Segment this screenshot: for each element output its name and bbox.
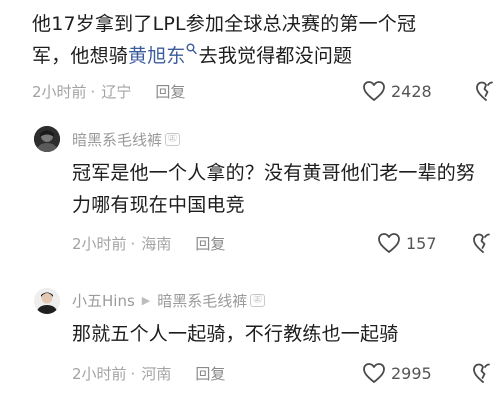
broken-heart-icon[interactable]: [475, 79, 497, 103]
reply-button[interactable]: 回复: [155, 81, 185, 102]
mention-name: 黄旭东: [128, 45, 186, 67]
comment-thread: 他17岁拿到了LPL参加全球总决赛的第一个冠军，他想骑黄旭东 去我觉得都没问题 2…: [0, 0, 500, 405]
reply-time: 2小时前: [72, 364, 127, 383]
avatar-image: [34, 288, 60, 314]
author-badge: ㊣: [165, 132, 181, 146]
reply-username[interactable]: 小五Hins: [72, 290, 135, 311]
reply-user-line: 暗黑系毛线裤 ㊣: [72, 128, 181, 150]
comment-text-part: 去我觉得都没问题: [198, 45, 353, 67]
reply-user-line: 小五Hins ▶ 暗黑系毛线裤 ㊣: [72, 289, 266, 311]
avatar[interactable]: [34, 126, 60, 152]
reply-text: 那就五个人一起骑，不行教练也一起骑: [72, 323, 399, 345]
like-count: 2428: [391, 81, 432, 101]
heart-outline-icon: [378, 233, 400, 253]
reply-to-username[interactable]: 暗黑系毛线裤: [157, 290, 247, 311]
reply-username[interactable]: 暗黑系毛线裤: [72, 129, 162, 150]
comment-time: 2小时前: [32, 82, 87, 101]
like-button[interactable]: 157: [377, 231, 437, 255]
comment-location: 辽宁: [87, 81, 131, 102]
broken-heart-icon[interactable]: [472, 361, 494, 385]
reply-meta: 2小时前 海南 回复: [72, 232, 225, 254]
like-button[interactable]: 2995: [362, 361, 432, 385]
like-button[interactable]: 2428: [362, 79, 432, 103]
reply-text: 冠军是他一个人拿的？没有黄哥他们老一辈的努力哪有现在中国电竞: [72, 162, 476, 216]
reply-meta: 2小时前 河南 回复: [72, 362, 225, 384]
broken-heart-icon[interactable]: [472, 231, 494, 255]
avatar[interactable]: [34, 288, 60, 314]
comment-text: 他17岁拿到了LPL参加全球总决赛的第一个冠军，他想骑黄旭东 去我觉得都没问题: [32, 8, 452, 72]
heart-outline-icon: [363, 363, 385, 383]
reply-button[interactable]: 回复: [195, 233, 225, 254]
reply-location: 海南: [127, 233, 171, 254]
search-icon: [186, 43, 197, 54]
like-count: 157: [406, 233, 437, 253]
avatar-image: [34, 126, 60, 152]
heart-outline-icon: [363, 81, 385, 101]
reply-arrow-icon: ▶: [141, 293, 151, 307]
like-count: 2995: [391, 363, 432, 383]
author-badge: ㊣: [250, 293, 266, 307]
comment-meta: 2小时前 辽宁 回复: [32, 80, 185, 102]
reply-button[interactable]: 回复: [195, 363, 225, 384]
mention-link[interactable]: 黄旭东: [128, 43, 199, 67]
top-comment: 他17岁拿到了LPL参加全球总决赛的第一个冠军，他想骑黄旭东 去我觉得都没问题: [32, 8, 452, 72]
reply-time: 2小时前: [72, 234, 127, 253]
reply-location: 河南: [127, 363, 171, 384]
